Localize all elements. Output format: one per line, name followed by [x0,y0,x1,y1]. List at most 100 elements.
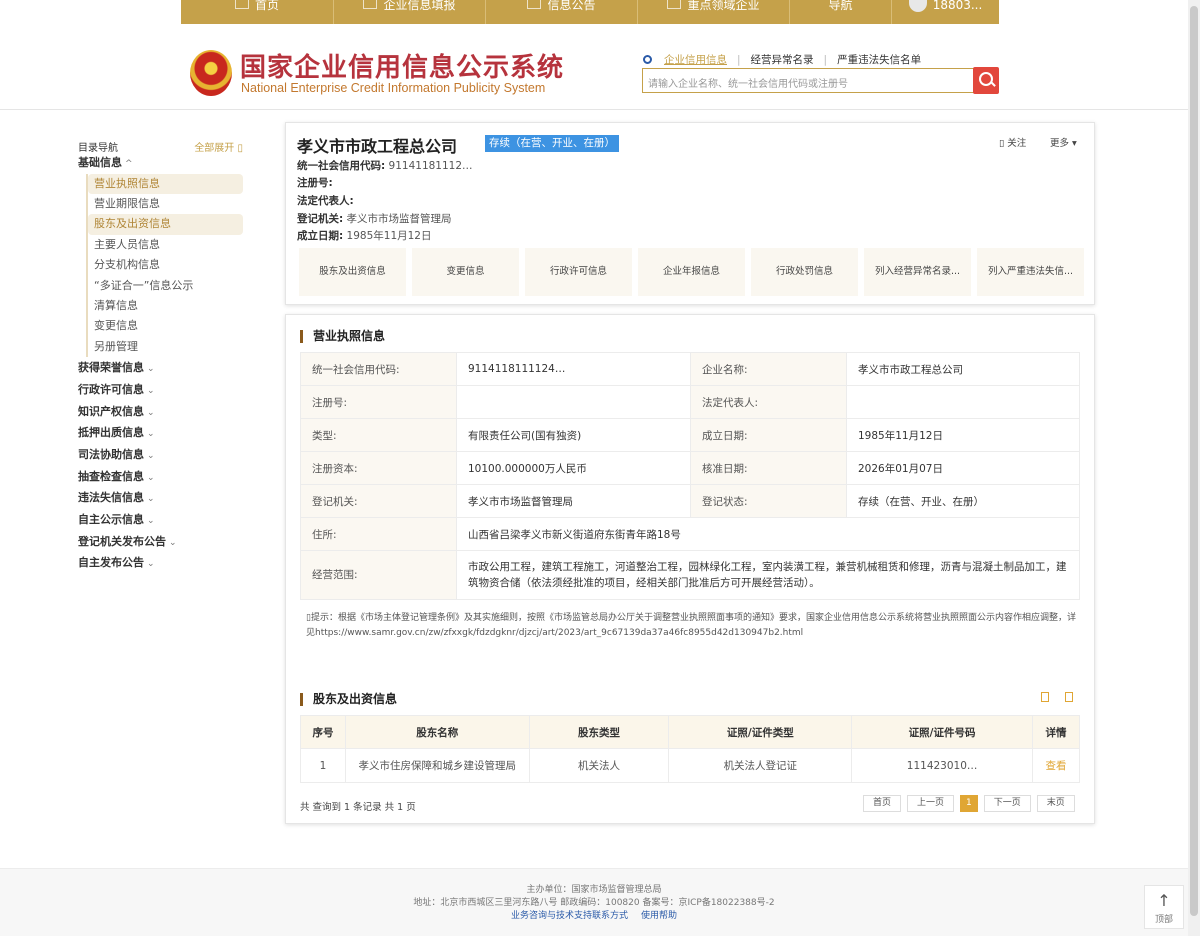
view-details-link[interactable]: 查看 [1032,748,1080,783]
table-row: 住所: 山西省吕梁孝义市新义街道府东街青年路18号 [300,517,1080,551]
pagination-summary: 共 查询到 1 条记录 共 1 页 [300,802,416,813]
chevron-down-icon: ⌄ [147,450,155,461]
sidebar-group-self-notices[interactable]: 自主发布公告 ⌄ [78,552,243,574]
speaker-icon [667,0,682,9]
table-row: 注册号: 法定代表人: [300,385,1080,419]
legal-rep-line: 法定代表人: [297,195,354,207]
top-nav: 首页 企业信息填报 信息公告 重点领域企业 导航 18803... [0,0,1188,24]
sidebar-group-inspection[interactable]: 抽查检查信息 ⌄ [78,466,243,488]
chevron-down-icon: ⌄ [147,559,155,570]
list-view-icon[interactable] [1041,692,1049,702]
sidebar-group-basic[interactable]: 基础信息 ^ [78,152,243,174]
link-abnormal-list[interactable]: 经营异常名录 [751,52,814,67]
sidebar-item-multi-cert[interactable]: “多证合一”信息公示 [88,276,243,296]
chevron-down-icon: ⌄ [147,516,155,527]
table-header-row: 序号 股东名称 股东类型 证照/证件类型 证照/证件号码 详情 [300,715,1080,749]
sidebar-group-ip[interactable]: 知识产权信息 ⌄ [78,401,243,423]
nav-key-industries[interactable]: 重点领域企业 [638,0,790,24]
company-name: 孝义市市政工程总公司 [297,137,458,156]
avatar-icon [908,0,927,12]
site-subtitle: National Enterprise Credit Information P… [241,81,546,95]
national-emblem-icon [190,50,232,96]
nav-enterprise-report[interactable]: 企业信息填报 [334,0,486,24]
license-table: 统一社会信用代码: 9114118111124… 企业名称: 孝义市市政工程总公司 … [300,352,1080,600]
tab-changes[interactable]: 变更信息 [412,248,519,296]
sidebar-group-permits[interactable]: 行政许可信息 ⌄ [78,379,243,401]
sidebar-item-term[interactable]: 营业期限信息 [88,194,243,214]
tab-penalties[interactable]: 行政处罚信息 [751,248,858,296]
footer: 主办单位：国家市场监督管理总局 地址：北京市西城区三里河东路八号 邮政编码：10… [0,868,1188,936]
document-icon [527,0,542,9]
sidebar-item-license[interactable]: 营业执照信息 [88,173,243,195]
grid-view-icon[interactable] [1065,692,1073,702]
tab-serious-violation[interactable]: 列入严重违法失信... [977,248,1084,296]
next-page-button[interactable]: 下一页 [983,795,1031,812]
table-row: 1 孝义市住房保障和城乡建设管理局 机关法人 机关法人登记证 111423010… [300,748,1080,783]
company-summary-card: 孝义市市政工程总公司 存续（在营、开业、在册） ▯ 关注 更多 ▾ 统一社会信用… [285,122,1095,305]
first-page-button[interactable]: 首页 [863,795,902,812]
sidebar-item-separate-register[interactable]: 另册管理 [88,337,243,357]
status-badge: 存续（在营、开业、在册） [485,135,619,152]
search-icon [643,55,652,64]
chevron-down-icon: ⌄ [147,364,155,375]
search-input[interactable]: 请输入企业名称、统一社会信用代码或注册号 [642,68,974,93]
license-section-title: 营业执照信息 [300,330,385,343]
sidebar-group-authority-notices[interactable]: 登记机关发布公告 ⌄ [78,531,243,553]
prev-page-button[interactable]: 上一页 [907,795,955,812]
sidebar-item-personnel[interactable]: 主要人员信息 [88,235,243,255]
sidebar-title: 目录导航 [78,143,118,154]
sidebar-group-honors[interactable]: 获得荣誉信息 ⌄ [78,357,243,379]
chevron-up-icon: ^ [125,159,133,169]
found-date-line: 成立日期: 1985年11月12日 [297,230,432,242]
table-row: 注册资本: 10100.000000万人民币 核准日期: 2026年01月07日 [300,451,1080,485]
chevron-down-icon: ⌄ [147,472,155,483]
search-button[interactable] [973,67,999,94]
table-row: 经营范围: 市政公用工程，建筑工程施工，河道整治工程，园林绿化工程，室内装潢工程，… [300,550,1080,600]
page-scrollbar[interactable] [1188,0,1200,936]
sidebar-group-judicial[interactable]: 司法协助信息 ⌄ [78,444,243,466]
support-contact-link[interactable]: 业务咨询与技术支持联系方式 [511,911,628,921]
sidebar-item-liquidation[interactable]: 清算信息 [88,296,243,316]
tab-abnormal-list[interactable]: 列入经营异常名录... [864,248,971,296]
tab-permits[interactable]: 行政许可信息 [525,248,632,296]
reg-no-line: 注册号: [297,177,333,189]
link-credit-info[interactable]: 企业信用信息 [664,52,727,67]
details-panel: 营业执照信息 统一社会信用代码: 9114118111124… 企业名称: 孝义市市… [285,314,1095,824]
nav-navigation[interactable]: 导航 [790,0,892,24]
sidebar-item-branches[interactable]: 分支机构信息 [88,255,243,275]
help-link[interactable]: 使用帮助 [641,911,677,921]
arrow-up-icon: ↑ [1157,891,1171,910]
site-title: 国家企业信用信息公示系统 [240,53,565,83]
link-serious-violation-list[interactable]: 严重违法失信名单 [837,52,921,67]
chevron-down-icon: ⌄ [147,407,155,418]
chevron-down-icon: ⌄ [147,494,155,505]
sidebar-item-shareholders[interactable]: 股东及出资信息 [88,214,243,235]
sidebar-item-changes[interactable]: 变更信息 [88,316,243,336]
tab-shareholders[interactable]: 股东及出资信息 [299,248,406,296]
sidebar-group-violations[interactable]: 违法失信信息 ⌄ [78,487,243,509]
nav-user[interactable]: 18803... [892,0,999,24]
expand-all-button[interactable]: 全部展开 ▯ [194,139,243,154]
more-dropdown[interactable]: 更多 ▾ [1050,135,1077,149]
current-page-button[interactable]: 1 [960,795,978,812]
sidebar-group-self-publicity[interactable]: 自主公示信息 ⌄ [78,509,243,531]
last-page-button[interactable]: 末页 [1036,795,1075,812]
site-header: 国家企业信用信息公示系统 National Enterprise Credit … [0,24,1188,110]
scrollbar-thumb[interactable] [1190,6,1198,916]
table-row: 统一社会信用代码: 9114118111124… 企业名称: 孝义市市政工程总公司 [300,352,1080,386]
follow-button[interactable]: ▯ 关注 [999,135,1026,149]
credit-code-line: 统一社会信用代码: 91141181112… [297,160,473,172]
tab-annual-reports[interactable]: 企业年报信息 [638,248,745,296]
chevron-down-icon: ⌄ [147,429,155,440]
sidebar-group-pledge[interactable]: 抵押出质信息 ⌄ [78,422,243,444]
footer-sponsor: 主办单位：国家市场监督管理总局 [526,885,662,895]
table-row: 类型: 有限责任公司(国有独资) 成立日期: 1985年11月12日 [300,418,1080,452]
sidebar-basic-list: 营业执照信息 营业期限信息 股东及出资信息 主要人员信息 分支机构信息 “多证合… [86,173,243,358]
shareholders-section-title: 股东及出资信息 [300,693,397,706]
pagination: 首页 上一页 1 下一页 末页 [863,795,1075,812]
nav-announcements[interactable]: 信息公告 [486,0,638,24]
search-type-links: 企业信用信息 | 经营异常名录 | 严重违法失信名单 [643,52,921,67]
monitor-icon [234,0,249,9]
back-to-top-button[interactable]: ↑ 顶部 [1144,885,1184,929]
nav-home[interactable]: 首页 [181,0,334,24]
